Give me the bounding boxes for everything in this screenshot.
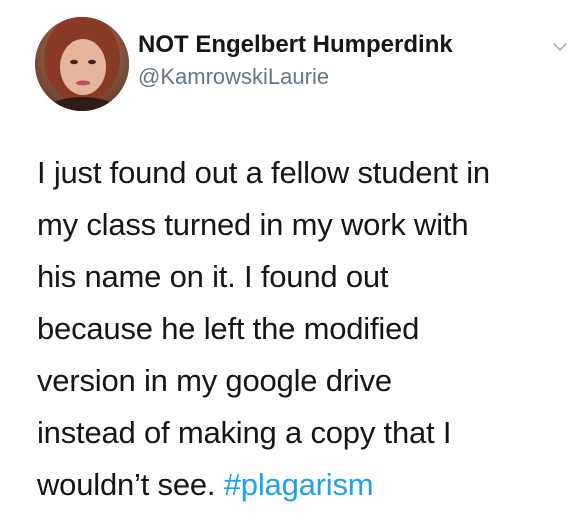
tweet-text-line: wouldn’t see. (37, 467, 224, 502)
tweet-card: NOT Engelbert Humperdink @KamrowskiLauri… (0, 0, 587, 524)
profile-photo (35, 17, 129, 111)
tweet-text-line: I just found out a fellow student in (37, 155, 490, 190)
author-names: NOT Engelbert Humperdink @KamrowskiLauri… (138, 30, 518, 92)
tweet-text-line: because he left the modified (37, 311, 420, 346)
tweet-text-line: version in my google drive (37, 363, 392, 398)
tweet-text: I just found out a fellow student in my … (37, 147, 577, 511)
author-display-name[interactable]: NOT Engelbert Humperdink (138, 30, 518, 60)
author-handle[interactable]: @KamrowskiLaurie (138, 62, 518, 92)
author-avatar[interactable] (35, 17, 129, 111)
tweet-text-line: instead of making a copy that I (37, 415, 452, 450)
chevron-down-icon[interactable] (549, 36, 571, 58)
hashtag-link[interactable]: #plagarism (224, 467, 374, 502)
tweet-text-last-line: wouldn’t see. #plagarism (37, 459, 577, 511)
tweet-text-line: his name on it. I found out (37, 259, 389, 294)
tweet-text-line: my class turned in my work with (37, 207, 469, 242)
